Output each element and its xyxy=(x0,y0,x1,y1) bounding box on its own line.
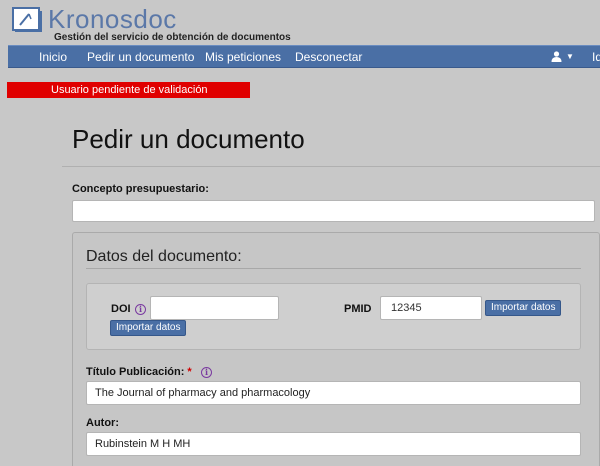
user-menu[interactable]: ▼ xyxy=(551,49,574,63)
pmid-label: PMID xyxy=(344,303,372,315)
chevron-down-icon: ▼ xyxy=(566,52,574,62)
app-title: Kronosdoc xyxy=(48,4,177,34)
book-clock-icon xyxy=(12,7,42,32)
nav-mis-peticiones[interactable]: Mis peticiones xyxy=(205,50,281,64)
pmid-input[interactable]: 12345 xyxy=(380,296,482,320)
nav-inicio[interactable]: Inicio xyxy=(39,50,67,64)
info-icon[interactable]: i xyxy=(135,304,146,315)
doi-import-button[interactable]: Importar datos xyxy=(110,320,187,336)
app-logo[interactable]: Kronosdoc Gestión del servicio de obtenc… xyxy=(6,4,306,43)
doi-label: DOI xyxy=(111,303,131,315)
nav-language[interactable]: Id xyxy=(592,50,600,64)
user-icon xyxy=(551,51,562,63)
concept-label: Concepto presupuestario: xyxy=(72,183,209,195)
panel-title: Datos del documento: xyxy=(86,248,242,265)
autor-input[interactable]: Rubinstein M H MH xyxy=(86,432,581,456)
required-mark: * xyxy=(187,366,192,378)
titulo-label-text: Título Publicación: xyxy=(86,366,185,378)
nav-desconectar[interactable]: Desconectar xyxy=(295,50,362,64)
doi-input[interactable] xyxy=(150,296,279,320)
titulo-label: Título Publicación: * xyxy=(86,366,192,378)
page-title: Pedir un documento xyxy=(72,124,305,154)
autor-label: Autor: xyxy=(86,417,119,429)
main-navbar: Inicio Pedir un documento Mis peticiones… xyxy=(8,45,600,68)
app-subtitle: Gestión del servicio de obtención de doc… xyxy=(54,32,291,43)
panel-divider xyxy=(86,268,581,269)
info-icon[interactable]: i xyxy=(201,367,212,378)
validation-alert: Usuario pendiente de validación xyxy=(7,82,250,98)
title-divider xyxy=(62,166,600,167)
concept-input[interactable] xyxy=(72,200,595,222)
nav-pedir-documento[interactable]: Pedir un documento xyxy=(87,50,194,64)
pmid-import-button[interactable]: Importar datos xyxy=(485,300,562,316)
titulo-input[interactable]: The Journal of pharmacy and pharmacology xyxy=(86,381,581,405)
